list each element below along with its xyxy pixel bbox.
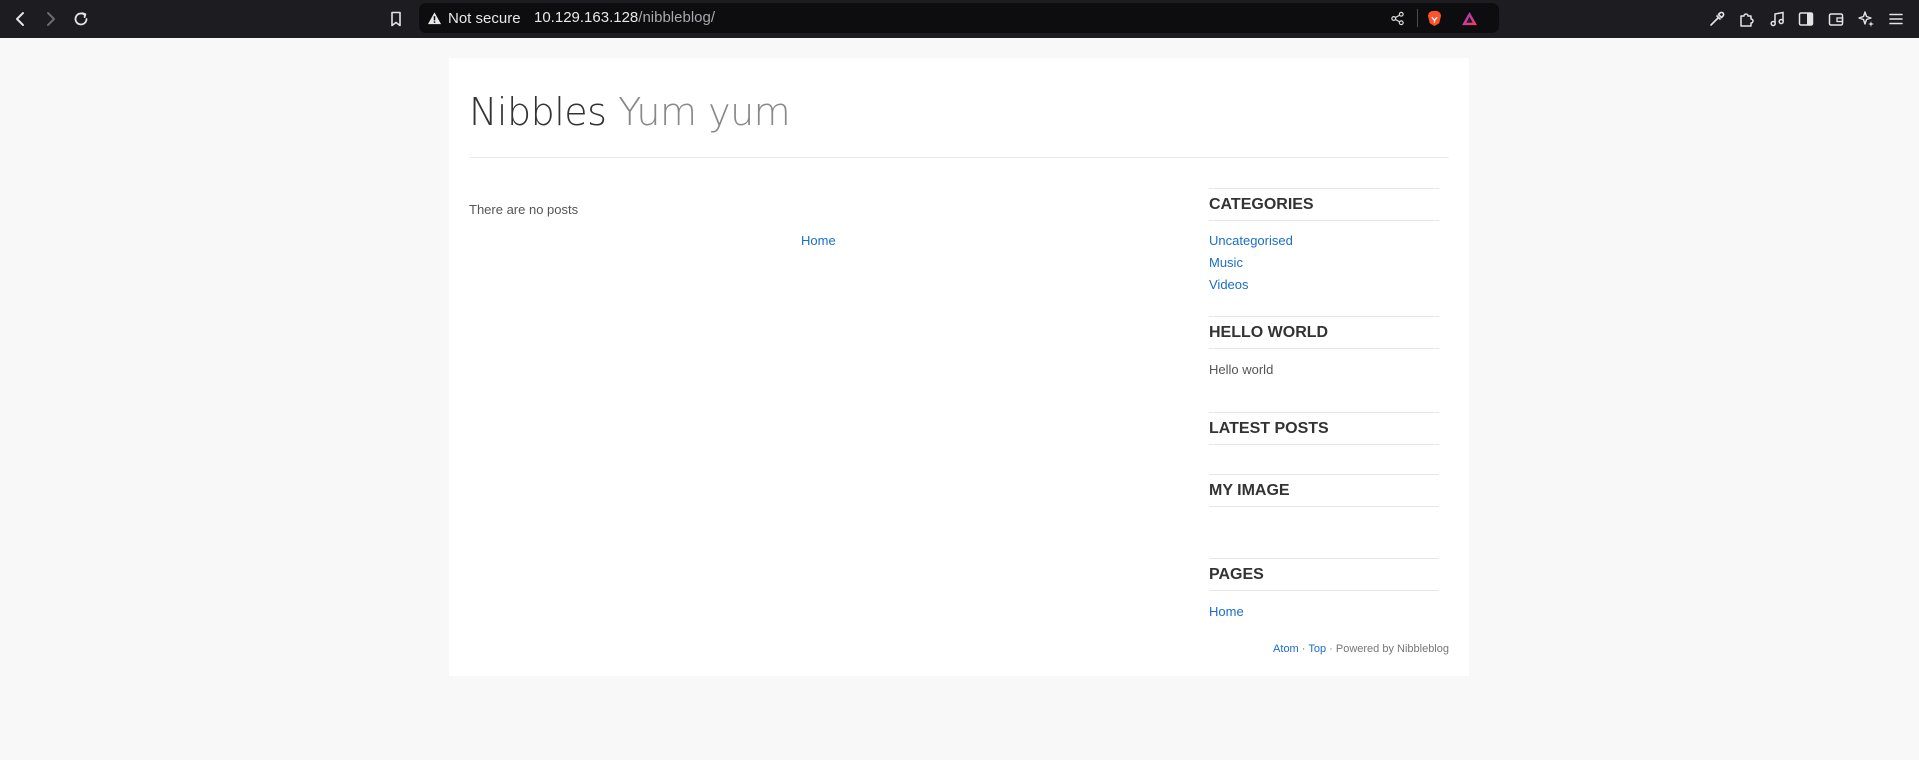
brave-rewards-button[interactable] [1459, 8, 1479, 28]
media-button[interactable] [1763, 5, 1791, 33]
category-link-uncategorised[interactable]: Uncategorised [1209, 233, 1293, 248]
eyedropper-button[interactable] [1703, 5, 1731, 33]
security-label: Not secure [448, 9, 521, 27]
leo-ai-button[interactable] [1852, 5, 1880, 33]
share-icon [1390, 11, 1404, 25]
share-button[interactable] [1387, 8, 1407, 28]
url-path: /nibbleblog/ [638, 9, 716, 26]
powered-by-text: · Powered by Nibbleblog [1329, 643, 1449, 655]
site-name: Nibbles [469, 90, 607, 134]
extensions-button[interactable] [1733, 5, 1761, 33]
hello-world-text: Hello world [1209, 362, 1274, 377]
reload-icon [74, 12, 88, 26]
bookmark-button[interactable] [382, 5, 410, 33]
widget-title-pages: PAGES [1209, 558, 1439, 591]
address-bar[interactable]: Not secure 10.129.163.128/nibbleblog/ [419, 3, 1499, 33]
sidebar-toggle-button[interactable] [1792, 5, 1820, 33]
url-text[interactable]: 10.129.163.128/nibbleblog/ [534, 3, 715, 33]
bookmark-icon [391, 11, 401, 27]
chevron-right-icon [47, 12, 55, 26]
warning-triangle-icon [427, 11, 442, 24]
widget-title-my-image: MY IMAGE [1209, 474, 1439, 507]
reload-button[interactable] [67, 5, 95, 33]
back-button[interactable] [7, 5, 35, 33]
rewards-triangle-icon [1461, 11, 1477, 25]
empty-posts-message: There are no posts [469, 202, 579, 217]
main-menu-button[interactable] [1882, 5, 1910, 33]
brave-lion-icon [1427, 10, 1441, 26]
browser-toolbar: Not secure 10.129.163.128/nibbleblog/ [0, 0, 1919, 38]
blog-container: Nibbles Yum yum There are no posts Home … [449, 58, 1469, 676]
category-link-music[interactable]: Music [1209, 255, 1243, 270]
security-indicator[interactable]: Not secure [427, 3, 521, 33]
header-divider [469, 157, 1449, 158]
footer-separator: · [1301, 643, 1306, 655]
site-slogan: Yum yum [618, 90, 791, 134]
address-bar-divider [1417, 9, 1418, 27]
footer: Atom · Top · Powered by Nibbleblog [1273, 643, 1449, 655]
music-note-icon [1770, 11, 1784, 27]
page-link-home[interactable]: Home [1209, 604, 1244, 619]
top-link[interactable]: Top [1308, 643, 1326, 655]
hamburger-menu-icon [1889, 13, 1903, 25]
wallet-button[interactable] [1822, 5, 1850, 33]
widget-title-latest-posts: LATEST POSTS [1209, 412, 1439, 445]
brave-shields-button[interactable] [1424, 8, 1444, 28]
category-link-videos[interactable]: Videos [1209, 277, 1249, 292]
sidebar-icon [1798, 12, 1814, 26]
url-host: 10.129.163.128 [534, 9, 639, 26]
forward-button[interactable] [36, 5, 64, 33]
pager-home-link[interactable]: Home [801, 233, 836, 248]
eyedropper-icon [1710, 11, 1725, 26]
wallet-icon [1828, 13, 1844, 26]
widget-title-hello-world: HELLO WORLD [1209, 316, 1439, 349]
chevron-left-icon [16, 12, 24, 26]
atom-feed-link[interactable]: Atom [1273, 643, 1299, 655]
site-title[interactable]: Nibbles Yum yum [469, 90, 791, 134]
widget-title-categories: CATEGORIES [1209, 188, 1439, 221]
sparkle-icon [1858, 11, 1874, 27]
puzzle-icon [1740, 13, 1754, 27]
